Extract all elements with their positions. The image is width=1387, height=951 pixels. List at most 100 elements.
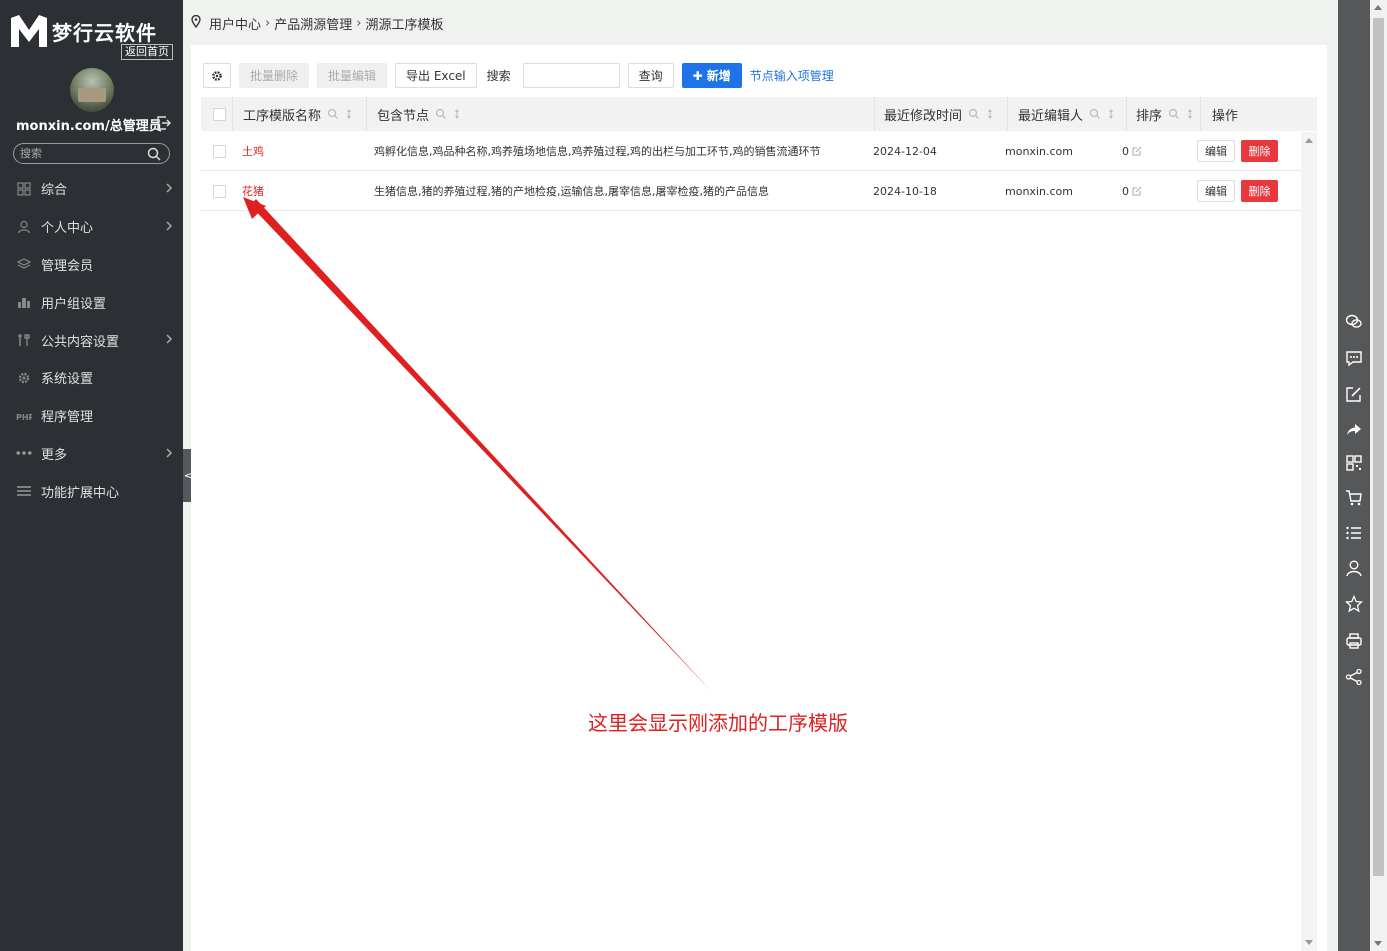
wechat-icon[interactable]: [1345, 313, 1363, 331]
search-icon[interactable]: [435, 108, 447, 120]
column-divider: [874, 97, 875, 131]
edit-icon[interactable]: [1132, 146, 1142, 156]
cart-icon[interactable]: [1345, 489, 1363, 507]
sidebar-item-label: 程序管理: [41, 410, 94, 426]
search-icon[interactable]: [147, 147, 161, 161]
header-nodes[interactable]: 包含节点: [377, 97, 463, 131]
annotation-text: 这里会显示刚添加的工序模版: [588, 711, 848, 735]
breadcrumb-item[interactable]: 用户中心: [209, 14, 261, 33]
share-icon[interactable]: [1345, 668, 1363, 686]
header-name[interactable]: 工序模版名称: [243, 97, 355, 131]
header-label: 操作: [1212, 108, 1239, 124]
sidebar-item-more[interactable]: 更多: [0, 435, 183, 473]
header-label: 工序模版名称: [243, 108, 322, 124]
scrollbar-thumb[interactable]: [1373, 18, 1384, 876]
select-all-checkbox[interactable]: [213, 97, 226, 131]
header-modified[interactable]: 最近修改时间: [884, 97, 996, 131]
breadcrumb-item[interactable]: 溯源工序模板: [365, 14, 443, 33]
search-icon[interactable]: [968, 108, 980, 120]
sidebar-item-label: 综合: [41, 183, 68, 199]
edit-icon[interactable]: [1132, 186, 1142, 196]
list-icon[interactable]: [1345, 524, 1363, 542]
edit-button[interactable]: 编辑: [1197, 140, 1235, 162]
template-name[interactable]: 花猪: [242, 171, 264, 211]
sidebar-item-system-settings[interactable]: 系统设置: [0, 359, 183, 397]
delete-button[interactable]: 删除: [1241, 140, 1278, 162]
export-excel-button[interactable]: 导出 Excel: [395, 63, 477, 88]
sidebar-item-program-management[interactable]: PHP 程序管理: [0, 397, 183, 435]
plus-icon: ✚: [692, 68, 703, 83]
sidebar-item-user-groups[interactable]: 用户组设置: [0, 283, 183, 321]
scroll-up-arrow[interactable]: [1374, 5, 1382, 10]
header-editor[interactable]: 最近编辑人: [1018, 97, 1117, 131]
edit-icon[interactable]: [1345, 385, 1363, 403]
breadcrumb: 用户中心 › 产品溯源管理 › 溯源工序模板: [191, 14, 443, 33]
share-arrow-icon[interactable]: [1345, 421, 1363, 439]
gear-icon: [212, 70, 222, 81]
sidebar-item-extension-center[interactable]: 功能扩展中心: [0, 472, 183, 510]
search-icon[interactable]: [1168, 108, 1180, 120]
sidebar-item-public-content[interactable]: 公共内容设置: [0, 321, 183, 359]
add-new-button[interactable]: ✚ 新增: [681, 63, 742, 88]
batch-edit-button[interactable]: 批量编辑: [317, 63, 388, 88]
delete-button[interactable]: 删除: [1241, 180, 1278, 202]
checkbox[interactable]: [213, 144, 226, 158]
scroll-down-arrow[interactable]: [1305, 940, 1313, 945]
row-actions: 编辑 删除: [1197, 171, 1278, 211]
table-scrollbar[interactable]: [1301, 132, 1317, 951]
print-icon[interactable]: [1345, 632, 1363, 650]
query-button[interactable]: 查询: [627, 63, 674, 88]
sort-icon[interactable]: [1105, 108, 1117, 120]
sort-icon[interactable]: [451, 108, 463, 120]
sort-icon[interactable]: [984, 108, 996, 120]
logo-text: 梦行云软件: [52, 20, 157, 45]
sort-value: 0: [1122, 184, 1129, 198]
column-divider: [1007, 97, 1008, 131]
sidebar-item-general[interactable]: 综合: [0, 170, 183, 208]
sidebar-item-personal[interactable]: 个人中心: [0, 208, 183, 246]
node-input-manage-link[interactable]: 节点输入项管理: [750, 67, 834, 84]
checkbox[interactable]: [213, 107, 226, 121]
search-icon[interactable]: [327, 108, 339, 120]
avatar[interactable]: [70, 68, 114, 112]
tools-icon: [16, 332, 32, 348]
sort-icon[interactable]: [1184, 108, 1196, 120]
toolbar: 批量删除 批量编辑 导出 Excel 搜索 查询 ✚ 新增 节点输入项管理: [203, 63, 834, 88]
logout-icon[interactable]: [157, 116, 172, 130]
settings-button[interactable]: [203, 63, 231, 88]
add-new-label: 新增: [706, 69, 731, 83]
row-checkbox[interactable]: [213, 131, 226, 171]
header-sort[interactable]: 排序: [1136, 97, 1196, 131]
edit-button[interactable]: 编辑: [1197, 180, 1235, 202]
batch-delete-button[interactable]: 批量删除: [239, 63, 310, 88]
star-icon[interactable]: [1344, 594, 1364, 613]
message-icon[interactable]: [1345, 349, 1363, 367]
menu-icon: [16, 483, 32, 499]
scroll-down-arrow[interactable]: [1374, 941, 1382, 946]
sidebar-item-label: 功能扩展中心: [41, 485, 120, 501]
search-input[interactable]: [522, 63, 620, 88]
sort-icon[interactable]: [343, 108, 355, 120]
sort-cell[interactable]: 0: [1122, 131, 1142, 171]
page-scrollbar[interactable]: [1370, 0, 1387, 951]
user-name[interactable]: monxin.com/总管理员: [16, 115, 162, 134]
checkbox[interactable]: [213, 184, 226, 198]
search-icon[interactable]: [1089, 108, 1101, 120]
sort-cell[interactable]: 0: [1122, 171, 1142, 211]
breadcrumb-item[interactable]: 产品溯源管理: [274, 14, 352, 33]
user-icon[interactable]: [1345, 559, 1363, 577]
header-icons: [327, 108, 355, 120]
row-checkbox[interactable]: [213, 171, 226, 211]
breadcrumb-separator: ›: [356, 16, 362, 31]
logo[interactable]: 梦行云软件: [10, 14, 157, 48]
main-panel: 批量删除 批量编辑 导出 Excel 搜索 查询 ✚ 新增 节点输入项管理 工序…: [191, 45, 1327, 951]
sidebar-item-members[interactable]: 管理会员: [0, 246, 183, 284]
column-divider: [232, 97, 233, 131]
back-home-link[interactable]: 返回首页: [121, 44, 173, 60]
qrcode-icon[interactable]: [1345, 454, 1363, 472]
scroll-up-arrow[interactable]: [1305, 138, 1313, 143]
header-actions: 操作: [1212, 97, 1238, 131]
table-header: 工序模版名称 包含节点 最近修改时间 最近编辑人 排序 操作: [201, 97, 1317, 131]
template-name[interactable]: 土鸡: [242, 131, 264, 171]
sidebar-search-input[interactable]: [20, 145, 140, 162]
